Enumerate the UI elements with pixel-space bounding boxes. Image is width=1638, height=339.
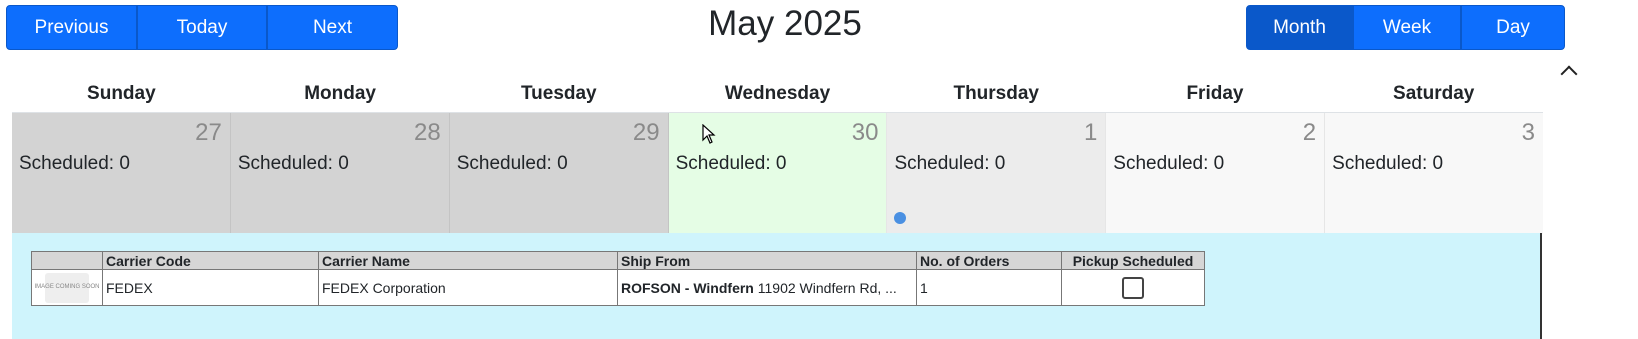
table-header-row: Carrier Code Carrier Name Ship From No. … <box>31 251 1205 270</box>
calendar-day-cell[interactable]: 27 Scheduled: 0 <box>12 113 231 234</box>
pickup-scheduled-checkbox[interactable] <box>1122 276 1144 299</box>
table-row[interactable]: IMAGE COMING SOON FEDEX FEDEX Corporatio… <box>31 269 1205 306</box>
column-header-image <box>31 251 103 270</box>
calendar-day-cell-selected[interactable]: 1 Scheduled: 0 <box>887 113 1107 234</box>
carrier-code-cell: FEDEX <box>102 269 319 306</box>
day-view-button[interactable]: Day <box>1461 5 1565 50</box>
day-number: 1 <box>1083 119 1098 146</box>
scheduled-count: Scheduled: 0 <box>456 153 568 174</box>
scroll-up-icon[interactable] <box>1560 65 1578 83</box>
carrier-table: Carrier Code Carrier Name Ship From No. … <box>31 251 1205 306</box>
weekday-header: Thursday <box>953 83 1039 104</box>
orders-count-cell: 1 <box>916 269 1062 306</box>
carrier-name-cell: FEDEX Corporation <box>318 269 618 306</box>
mouse-cursor-icon <box>702 124 716 144</box>
day-number: 2 <box>1302 119 1317 146</box>
scheduled-count: Scheduled: 0 <box>675 153 787 174</box>
column-header-pickup-scheduled: Pickup Scheduled <box>1061 251 1205 270</box>
scheduled-count: Scheduled: 0 <box>894 153 1006 174</box>
calendar-day-cell[interactable]: 28 Scheduled: 0 <box>230 113 450 234</box>
ship-from-name: ROFSON - Windfern <box>621 279 754 296</box>
ship-from-cell: ROFSON - Windfern 11902 Windfern Rd, ... <box>617 269 917 306</box>
calendar-day-cell[interactable]: 2 Scheduled: 0 <box>1106 113 1326 234</box>
calendar-day-cell[interactable]: 3 Scheduled: 0 <box>1325 113 1544 234</box>
calendar-day-cell[interactable]: 29 Scheduled: 0 <box>449 113 669 234</box>
weekday-header-row: Sunday Monday Tuesday Wednesday Thursday… <box>12 78 1543 112</box>
weekday-header: Tuesday <box>520 83 597 104</box>
day-number: 29 <box>632 119 660 146</box>
scheduled-count: Scheduled: 0 <box>237 153 349 174</box>
scheduled-count: Scheduled: 0 <box>1332 153 1444 174</box>
day-detail-panel: Carrier Code Carrier Name Ship From No. … <box>12 233 1542 339</box>
column-header-ship-from: Ship From <box>617 251 917 270</box>
week-view-button[interactable]: Week <box>1353 5 1461 50</box>
column-header-carrier-name: Carrier Name <box>318 251 618 270</box>
day-number: 3 <box>1521 119 1536 146</box>
weekday-header: Saturday <box>1393 83 1475 104</box>
day-number: 27 <box>195 119 222 146</box>
weekday-header: Monday <box>304 83 376 104</box>
day-number: 28 <box>414 119 441 146</box>
event-dot-icon[interactable] <box>894 212 907 224</box>
view-button-group: Month Week Day <box>1246 5 1565 50</box>
scheduled-count: Scheduled: 0 <box>1113 153 1225 174</box>
ship-from-address: 11902 Windfern Rd, ... <box>757 279 897 296</box>
weekday-header: Wednesday <box>724 83 831 104</box>
month-view-button[interactable]: Month <box>1246 5 1353 50</box>
carrier-logo-placeholder: IMAGE COMING SOON <box>35 272 100 303</box>
pickup-scheduled-cell <box>1061 269 1205 306</box>
column-header-orders: No. of Orders <box>916 251 1062 270</box>
calendar-week-row: 27 Scheduled: 0 28 Scheduled: 0 29 Sched… <box>12 112 1544 234</box>
weekday-header: Friday <box>1186 83 1244 104</box>
day-number: 30 <box>851 119 879 146</box>
weekday-header: Sunday <box>87 83 156 104</box>
carrier-logo-cell: IMAGE COMING SOON <box>31 269 103 306</box>
column-header-carrier-code: Carrier Code <box>102 251 319 270</box>
scheduled-count: Scheduled: 0 <box>19 153 130 174</box>
